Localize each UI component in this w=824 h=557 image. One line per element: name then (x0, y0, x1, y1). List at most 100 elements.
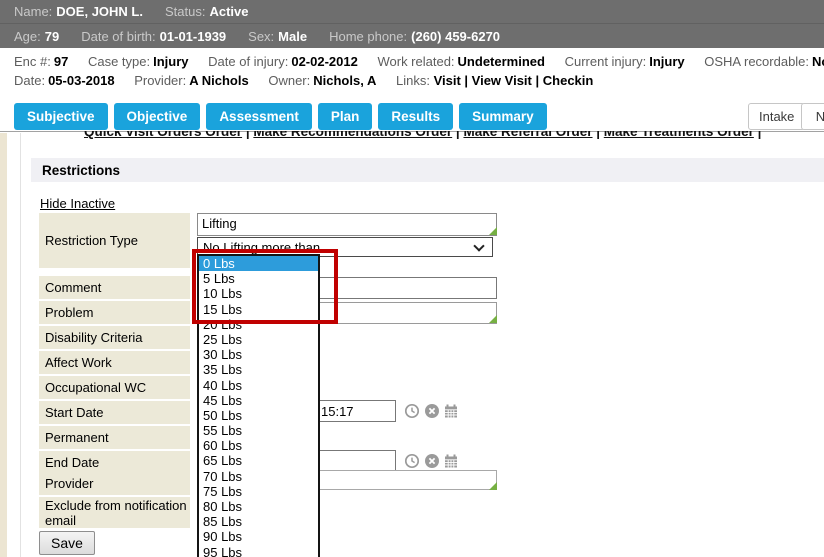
field-value: 97 (54, 54, 68, 69)
time-picker-icon[interactable] (404, 453, 420, 469)
dropdown-option[interactable]: 50 Lbs (199, 408, 318, 423)
dropdown-option[interactable]: 55 Lbs (199, 423, 318, 438)
tab[interactable]: Results (378, 103, 453, 130)
dropdown-option[interactable]: 30 Lbs (199, 347, 318, 362)
dropdown-option[interactable]: 45 Lbs (199, 393, 318, 408)
field-value: 01-01-1939 (160, 29, 227, 44)
label-restriction-type: Restriction Type (39, 213, 190, 268)
nurse-button[interactable]: Nu (801, 103, 824, 130)
tab[interactable]: Subjective (14, 103, 108, 130)
visit-info-row: Date:05-03-2018 Provider:A Nichols Owner… (14, 73, 824, 88)
info-pair: Case type:Injury (88, 54, 189, 69)
field-label: Age: (14, 29, 41, 44)
time-picker-icon[interactable] (404, 403, 420, 419)
restriction-name-textarea[interactable]: Lifting (197, 213, 497, 236)
field-label: Home phone: (329, 29, 407, 44)
link-separator: | (461, 73, 472, 88)
order-link[interactable]: Make Recommendations Order (253, 131, 452, 139)
field-label: Provider: (134, 73, 186, 88)
info-pair: Date:05-03-2018 (14, 73, 115, 88)
header-pair: Name: DOE, JOHN L. (14, 4, 143, 19)
order-link-separator: | (452, 131, 463, 139)
header-pair: Age: 79 (14, 29, 59, 44)
intake-button[interactable]: Intake (748, 103, 805, 130)
dropdown-option[interactable]: 70 Lbs (199, 469, 318, 484)
tab[interactable]: Assessment (206, 103, 312, 130)
save-button[interactable]: Save (39, 531, 95, 555)
label-problem: Problem (39, 301, 190, 324)
dropdown-option[interactable]: 40 Lbs (199, 378, 318, 393)
dropdown-option[interactable]: 20 Lbs (199, 317, 318, 332)
order-links-list: Quick Visit Orders Order | Make Recommen… (84, 131, 754, 139)
dropdown-option[interactable]: 25 Lbs (199, 332, 318, 347)
label-occupational-wc: Occupational WC (39, 376, 190, 399)
field-value: DOE, JOHN L. (56, 4, 143, 19)
dropdown-option[interactable]: 95 Lbs (199, 545, 318, 557)
clear-date-icon[interactable] (424, 453, 440, 469)
label-affect-work: Affect Work (39, 351, 190, 374)
dropdown-option[interactable]: 60 Lbs (199, 438, 318, 453)
order-links-tail: | (754, 131, 762, 139)
dropdown-option[interactable]: 75 Lbs (199, 484, 318, 499)
dropdown-option[interactable]: 90 Lbs (199, 529, 318, 544)
links-group: Links: Visit | View Visit | Checkin (396, 73, 593, 88)
visit-link[interactable]: Checkin (543, 73, 594, 88)
field-label: Date of injury: (208, 54, 288, 69)
field-label: Enc #: (14, 54, 51, 69)
visit-link[interactable]: Visit (434, 73, 461, 88)
dropdown-option[interactable]: 5 Lbs (199, 271, 318, 286)
dropdown-option[interactable]: 65 Lbs (199, 453, 318, 468)
order-links-inner: Quick Visit Orders Order | Make Recommen… (84, 131, 784, 139)
dropdown-option[interactable]: 15 Lbs (199, 302, 318, 317)
link-separator: | (532, 73, 543, 88)
field-value: Injury (153, 54, 188, 69)
tab[interactable]: Plan (318, 103, 373, 130)
dropdown-option[interactable]: 10 Lbs (199, 286, 318, 301)
field-label: Owner: (268, 73, 310, 88)
order-link-wrap: | Make Recommendations Order (242, 131, 452, 139)
field-label: Current injury: (565, 54, 647, 69)
field-label: Date: (14, 73, 45, 88)
section-title: Restrictions (42, 163, 120, 178)
visit-link[interactable]: View Visit (472, 73, 532, 88)
tab[interactable]: Summary (459, 103, 547, 130)
order-link[interactable]: Make Referral Order (463, 131, 592, 139)
field-label: Status: (165, 4, 205, 19)
header-pair: Sex:Male (248, 29, 307, 44)
clear-date-icon[interactable] (424, 403, 440, 419)
order-link[interactable]: Make Treatments Order (604, 131, 754, 139)
calendar-icon[interactable] (443, 453, 459, 469)
field-value: Undetermined (458, 54, 545, 69)
dropdown-option[interactable]: 80 Lbs (199, 499, 318, 514)
field-label: Name: (14, 4, 52, 19)
info-pair: Date of injury:02-02-2012 (208, 54, 358, 69)
header-pair: Date of birth: 01-01-1939 (81, 29, 226, 44)
info-pair: Enc #:97 (14, 54, 68, 69)
chevron-down-icon (473, 240, 484, 251)
dropdown-option[interactable]: 35 Lbs (199, 362, 318, 377)
weight-options-dropdown: 0 Lbs5 Lbs10 Lbs15 Lbs20 Lbs25 Lbs30 Lbs… (197, 254, 320, 557)
field-value: No (812, 54, 824, 69)
tab[interactable]: Objective (114, 103, 201, 130)
info-pair: Current injury:Injury (565, 54, 685, 69)
order-link-wrap: | Make Treatments Order (593, 131, 754, 139)
hide-inactive-link[interactable]: Hide Inactive (40, 196, 115, 211)
order-link[interactable]: Quick Visit Orders Order (84, 131, 242, 139)
dropdown-option[interactable]: 85 Lbs (199, 514, 318, 529)
visit-links: Visit | View Visit | Checkin (434, 73, 594, 88)
label-comment: Comment (39, 276, 190, 299)
field-value: A Nichols (189, 73, 248, 88)
links-label: Links: (396, 73, 430, 88)
field-label: OSHA recordable: (704, 54, 809, 69)
chart-tabs: SubjectiveObjectiveAssessmentPlanResults… (14, 103, 547, 130)
dropdown-option[interactable]: 0 Lbs (199, 256, 318, 271)
field-value: Male (278, 29, 307, 44)
emr-page: Name: DOE, JOHN L. Status:Active Age: 79 D… (0, 0, 824, 557)
field-value: 05-03-2018 (48, 73, 115, 88)
field-label: Date of birth: (81, 29, 155, 44)
field-label: Work related: (377, 54, 454, 69)
field-value: 79 (45, 29, 59, 44)
field-value: 02-02-2012 (291, 54, 358, 69)
header-pair: Status:Active (165, 4, 249, 19)
calendar-icon[interactable] (443, 403, 459, 419)
